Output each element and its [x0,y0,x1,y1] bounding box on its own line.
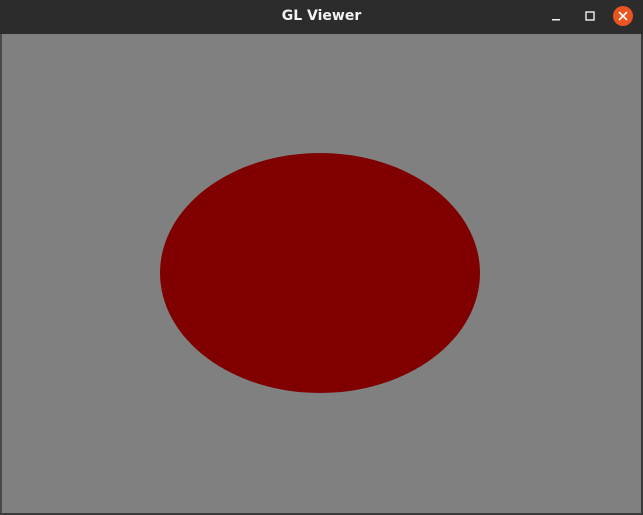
maximize-icon [585,11,595,21]
minimize-button[interactable] [546,6,566,26]
minimize-icon [552,19,560,21]
gl-canvas-drawing [2,34,641,513]
close-icon [613,6,633,26]
gl-canvas[interactable] [2,34,641,513]
red-ellipse [160,153,480,393]
gl-viewer-window: GL Viewer [0,0,643,515]
window-titlebar[interactable]: GL Viewer [0,0,643,33]
maximize-button[interactable] [580,6,600,26]
close-button[interactable] [613,6,633,26]
